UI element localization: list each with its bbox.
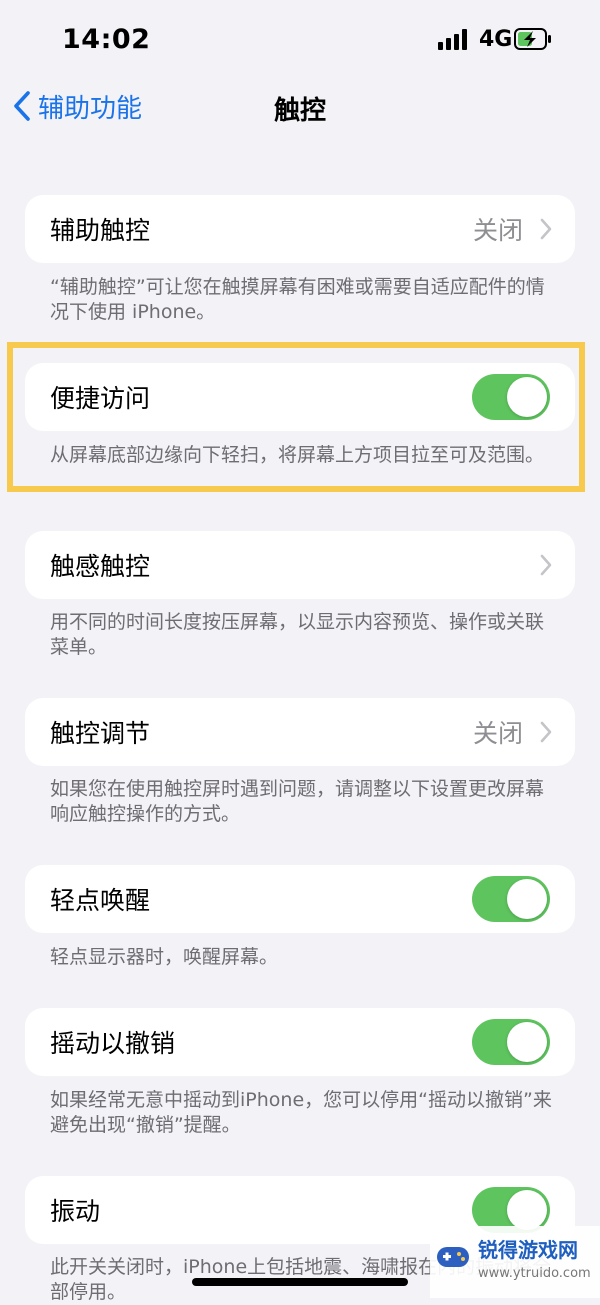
row-footer: 轻点显示器时，唤醒屏幕。 [50,946,279,968]
row-label: 触控调节 [50,719,151,748]
touch-accommodations-row[interactable]: 触控调节 关闭 [25,698,575,766]
home-indicator[interactable] [192,1278,408,1286]
watermark-url: www.ytruido.com [478,1266,591,1281]
tap-to-wake-row: 轻点唤醒 [25,865,575,933]
row-label: 轻点唤醒 [50,886,151,915]
row-value: 关闭 [472,216,523,245]
chevron-right-icon [540,218,552,240]
navigation-bar: 辅助功能 触控 [0,80,600,136]
haptic-touch-row[interactable]: 触感触控 [25,531,575,599]
page-title: 触控 [273,96,326,126]
toggle-knob [507,377,547,417]
reachability-toggle[interactable] [472,374,550,420]
tap-to-wake-toggle[interactable] [472,876,550,922]
status-bar: 14:02 4G [0,0,600,80]
watermark-name: 锐得游戏网 [478,1238,578,1262]
row-label: 摇动以撤销 [50,1029,176,1058]
row-label: 辅助触控 [50,216,151,245]
network-type: 4G [479,27,513,52]
toggle-knob [507,1022,547,1062]
row-label: 便捷访问 [50,384,151,413]
row-footer: 用不同的时间长度按压屏幕，以显示内容预览、操作或关联菜单。 [50,611,545,658]
row-value: 关闭 [472,719,523,748]
row-label: 触感触控 [50,552,151,581]
watermark: 锐得游戏网 www.ytruido.com [430,1226,600,1298]
cellular-signal-icon [438,28,470,50]
chevron-right-icon [540,721,552,743]
row-footer: 从屏幕底部边缘向下轻扫，将屏幕上方项目拉至可及范围。 [50,444,545,466]
shake-to-undo-toggle[interactable] [472,1019,550,1065]
reachability-row: 便捷访问 [25,363,575,431]
row-footer: “辅助触控”可让您在触摸屏幕有困难或需要自适应配件的情况下使用 iPhone。 [50,276,545,323]
status-time: 14:02 [62,24,151,55]
shake-to-undo-row: 摇动以撤销 [25,1008,575,1076]
battery-charging-icon [514,28,551,50]
assistive-touch-row[interactable]: 辅助触控 关闭 [25,195,575,263]
row-footer: 如果您在使用触控屏时遇到问题，请调整以下设置更改屏幕响应触控操作的方式。 [50,778,545,825]
chevron-right-icon [540,554,552,576]
toggle-knob [507,1190,547,1230]
row-label: 振动 [50,1197,101,1226]
row-footer: 如果经常无意中摇动到iPhone，您可以停用“摇动以撤销”来避免出现“撤销”提醒… [50,1089,552,1136]
toggle-knob [507,879,547,919]
game-controller-logo-icon [437,1247,469,1267]
